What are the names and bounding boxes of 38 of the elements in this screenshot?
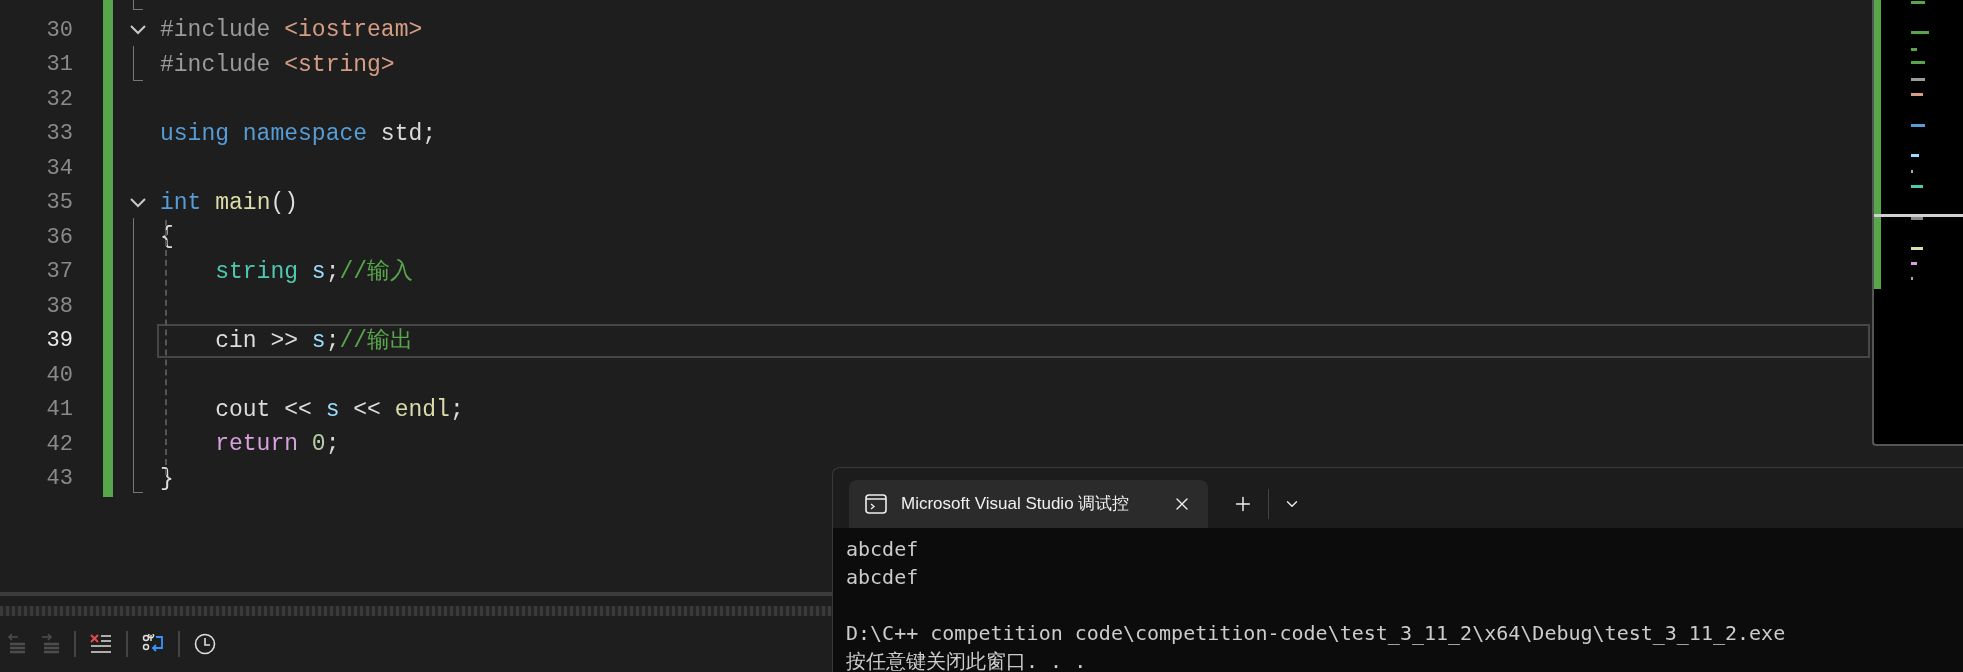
line-number: 43 xyxy=(45,465,74,494)
fold-guide-line xyxy=(133,0,143,10)
collapse-icon[interactable] xyxy=(128,196,147,209)
terminal-tab[interactable]: Microsoft Visual Studio 调试控 xyxy=(849,480,1208,528)
code-line: string s;//输入 xyxy=(214,257,414,287)
code-line: cout << s << endl; xyxy=(214,395,464,425)
line-number: 42 xyxy=(45,430,74,459)
code-line: cin >> s;//输出 xyxy=(214,326,414,356)
fold-guide-line xyxy=(133,46,143,81)
splitter-grip[interactable] xyxy=(0,606,832,616)
line-number: 39 xyxy=(45,327,74,356)
code-line: int main() xyxy=(160,188,299,218)
code-line: #include <string> xyxy=(160,50,395,80)
code-line: return 0; xyxy=(214,430,340,459)
word-wrap-icon[interactable] xyxy=(142,634,164,654)
code-line: using namespace std; xyxy=(160,119,437,149)
terminal-output-line: D:\C++ competition code\competition-code\test_3_11_2\x64\Debug\test_3_11_2.exe xyxy=(846,620,1787,647)
line-number: 31 xyxy=(45,51,74,80)
minimap[interactable] xyxy=(1872,0,1963,446)
line-number: 34 xyxy=(45,154,74,183)
line-number: 40 xyxy=(45,361,74,390)
line-number: 30 xyxy=(45,16,74,45)
line-number: 41 xyxy=(45,396,74,425)
terminal-output-line: abcdef xyxy=(846,536,920,563)
collapse-icon[interactable] xyxy=(128,24,147,37)
console-icon xyxy=(865,494,887,514)
line-number: 33 xyxy=(45,120,74,149)
clock-icon[interactable] xyxy=(194,633,216,655)
line-number: 37 xyxy=(45,258,74,287)
clear-list-icon[interactable] xyxy=(90,634,112,654)
terminal-output-line: 按任意键关闭此窗口. . . xyxy=(846,648,1088,672)
line-number: 32 xyxy=(45,85,74,114)
tab-title: Microsoft Visual Studio 调试控 xyxy=(901,493,1131,516)
code-line: #include <iostream> xyxy=(160,16,423,45)
line-number: 36 xyxy=(45,223,74,252)
line-number: 38 xyxy=(45,292,74,321)
terminal-output-line: abcdef xyxy=(846,564,920,591)
line-number: 35 xyxy=(45,189,74,218)
